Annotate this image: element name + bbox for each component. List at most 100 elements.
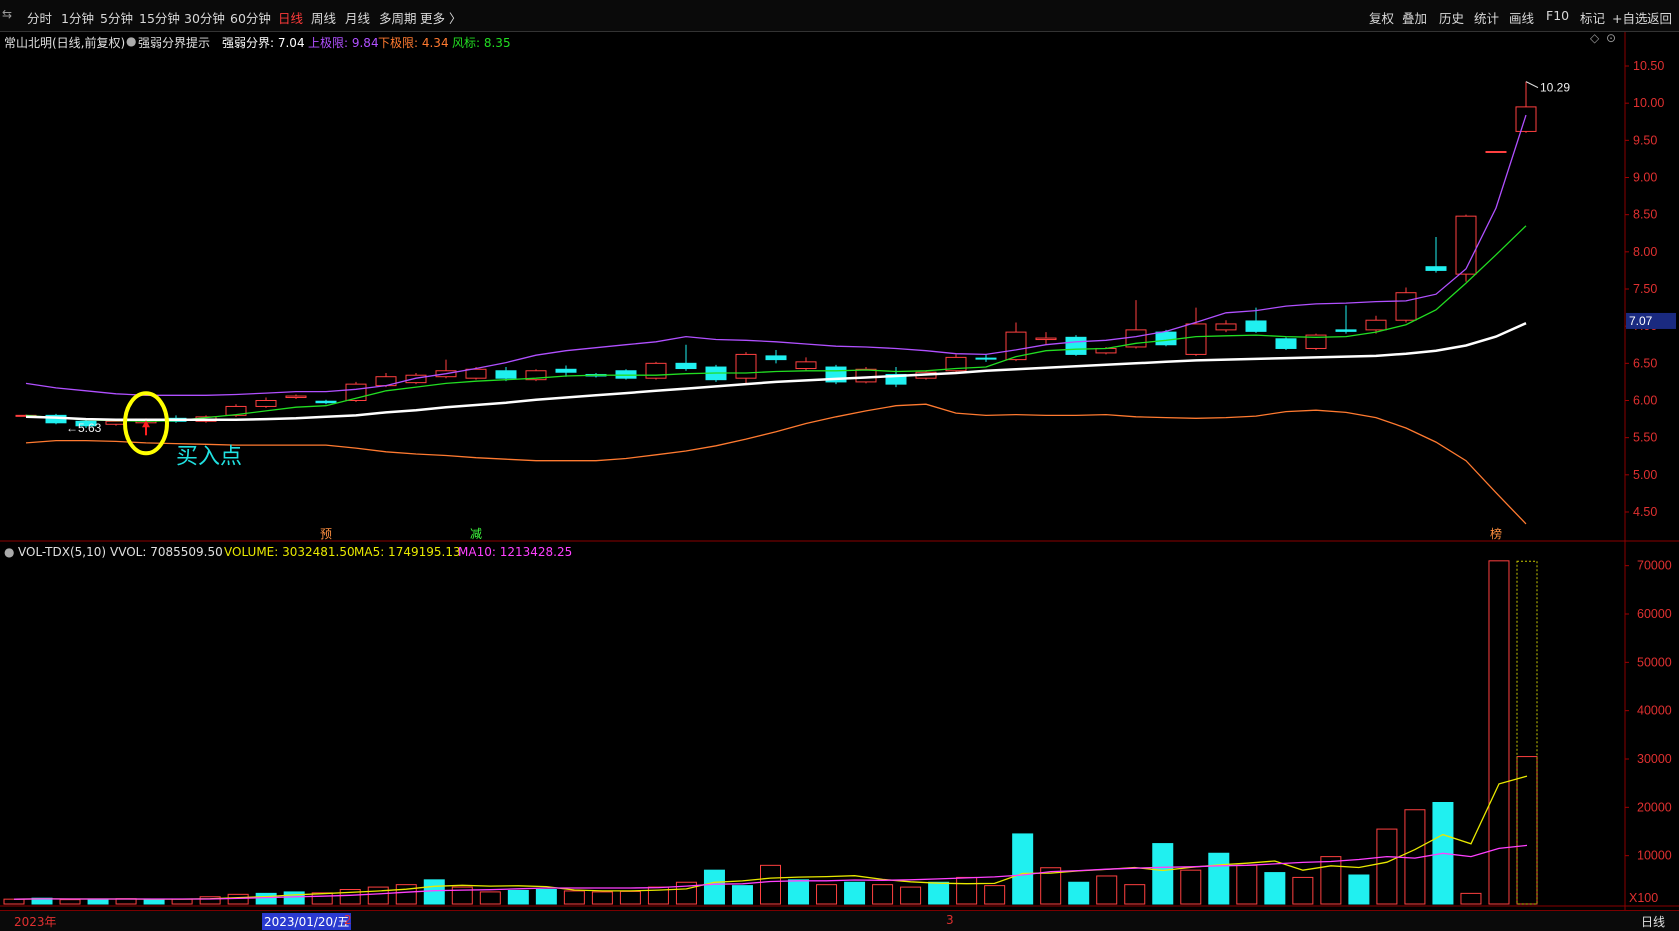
volume-bar-15 bbox=[423, 879, 445, 905]
volume-bar-25 bbox=[703, 869, 725, 905]
candle-body-48 bbox=[1455, 215, 1477, 275]
candle-body-13 bbox=[405, 374, 427, 384]
cursor-date: 2023/01/20/五 bbox=[262, 913, 352, 930]
volume-tick-label-5: 20000 bbox=[1637, 800, 1672, 814]
candle-body-26 bbox=[795, 361, 817, 370]
volume-bar-35 bbox=[984, 885, 1006, 905]
chart-settings-icon[interactable]: ⊙ bbox=[1606, 31, 1616, 45]
candle-body-40 bbox=[1215, 323, 1237, 331]
volume-bar-28 bbox=[788, 879, 810, 905]
lower-limit-line bbox=[25, 403, 1527, 525]
volume-tick-label-3: 40000 bbox=[1637, 704, 1672, 718]
candle-body-46 bbox=[1395, 292, 1417, 321]
candle-body-42 bbox=[1275, 338, 1297, 349]
price-tick-label-12: 4.50 bbox=[1633, 505, 1657, 519]
candle-body-3 bbox=[105, 420, 127, 425]
price-tick-label-4: 8.50 bbox=[1633, 208, 1657, 222]
candle-body-41 bbox=[1245, 320, 1267, 332]
volume-tick-label-0: 70000 bbox=[1637, 559, 1672, 573]
volume-bar-7 bbox=[199, 896, 221, 905]
candle-body-44 bbox=[1335, 329, 1357, 332]
event-marker-2[interactable]: 榜 bbox=[1490, 526, 1502, 541]
candle-body-22 bbox=[675, 362, 697, 370]
candle-body-28 bbox=[855, 368, 877, 383]
kline-chart[interactable]: 10.5010.009.509.008.508.007.507.006.506.… bbox=[0, 0, 1679, 930]
volume-bar-0 bbox=[3, 898, 25, 905]
volume-bar-21 bbox=[591, 891, 613, 905]
candle-body-25 bbox=[765, 355, 787, 361]
candle-body-24 bbox=[735, 353, 757, 379]
volume-bar-49 bbox=[1376, 828, 1398, 905]
price-tick-label-8: 6.50 bbox=[1633, 356, 1657, 370]
volume-tick-label-2: 50000 bbox=[1637, 655, 1672, 669]
diamond-icon[interactable]: ◇ bbox=[1590, 31, 1600, 45]
candle-body-35 bbox=[1065, 336, 1087, 355]
period-indicator[interactable]: 日线 bbox=[1641, 913, 1665, 930]
volume-bar-41 bbox=[1152, 843, 1174, 905]
volume-bar-13 bbox=[367, 886, 389, 905]
volume-bar-20 bbox=[563, 890, 585, 905]
month-end-label: 3 bbox=[946, 913, 954, 927]
volume-bar-26 bbox=[731, 885, 753, 905]
volume-bar-31 bbox=[872, 884, 894, 905]
volume-bar-34 bbox=[956, 876, 978, 905]
volume-bar-18 bbox=[507, 889, 529, 905]
high-price-pointer bbox=[1525, 81, 1539, 89]
event-marker-0[interactable]: 预 bbox=[320, 527, 332, 541]
volume-bar-38 bbox=[1068, 881, 1090, 905]
price-tick-label-9: 6.00 bbox=[1633, 393, 1657, 407]
volume-bar-3 bbox=[87, 898, 109, 905]
volume-bar-17 bbox=[479, 891, 501, 905]
candle-body-16 bbox=[495, 370, 517, 379]
high-price-label: 10.29 bbox=[1540, 81, 1570, 95]
volume-bar-22 bbox=[619, 890, 641, 905]
volume-bar-39 bbox=[1096, 875, 1118, 905]
volume-bar-33 bbox=[928, 881, 950, 905]
volume-bar-9 bbox=[255, 892, 277, 905]
volume-bar-42 bbox=[1180, 869, 1202, 905]
candle-body-10 bbox=[315, 400, 337, 404]
volume-bar-32 bbox=[900, 886, 922, 905]
volume-bar-44 bbox=[1236, 864, 1258, 905]
volume-bar-45 bbox=[1264, 872, 1286, 905]
candle-body-18 bbox=[555, 368, 577, 373]
candle-body-38 bbox=[1155, 331, 1177, 346]
volume-bar-6 bbox=[171, 898, 193, 905]
candle-body-15 bbox=[465, 368, 487, 379]
current-price-label: 7.07 bbox=[1629, 314, 1653, 328]
volume-bar-48 bbox=[1348, 874, 1370, 905]
wind-line bbox=[25, 225, 1527, 422]
volume-tick-label-4: 30000 bbox=[1637, 752, 1672, 766]
volume-bar-40 bbox=[1124, 884, 1146, 905]
candle-body-39 bbox=[1185, 323, 1207, 355]
candle-body-50 bbox=[1515, 106, 1537, 132]
year-label: 2023年 bbox=[14, 915, 57, 929]
volume-bar-2 bbox=[59, 899, 81, 905]
volume-bar-46 bbox=[1292, 876, 1314, 905]
volume-bar-14 bbox=[395, 884, 417, 905]
candle-body-34 bbox=[1035, 337, 1057, 341]
volume-bar-47 bbox=[1320, 856, 1342, 905]
price-tick-label-10: 5.50 bbox=[1633, 431, 1657, 445]
volume-bar-27 bbox=[760, 864, 781, 905]
price-tick-label-3: 9.00 bbox=[1633, 171, 1657, 185]
price-tick-label-1: 10.00 bbox=[1633, 96, 1664, 110]
volume-unit-label: X100 bbox=[1629, 891, 1658, 905]
volume-bar-53 bbox=[1488, 560, 1510, 905]
price-tick-label-0: 10.50 bbox=[1633, 59, 1664, 73]
candle-body-21 bbox=[645, 362, 667, 379]
volume-bar-5 bbox=[143, 899, 165, 905]
candle-body-47 bbox=[1425, 266, 1447, 271]
volume-bar-29 bbox=[816, 884, 838, 905]
candle-body-9 bbox=[285, 395, 307, 399]
volume-bar-52 bbox=[1460, 892, 1482, 905]
candle-body-8 bbox=[255, 399, 277, 407]
volume-bar-43 bbox=[1208, 852, 1230, 905]
volume-bar-19 bbox=[535, 889, 557, 905]
candle-body-32 bbox=[975, 357, 997, 360]
event-marker-1[interactable]: 减 bbox=[470, 527, 482, 541]
volume-tick-label-6: 10000 bbox=[1637, 849, 1672, 863]
price-tick-label-2: 9.50 bbox=[1633, 133, 1657, 147]
volume-tick-label-1: 60000 bbox=[1637, 607, 1672, 621]
month-mid-label: 2 bbox=[344, 913, 352, 927]
